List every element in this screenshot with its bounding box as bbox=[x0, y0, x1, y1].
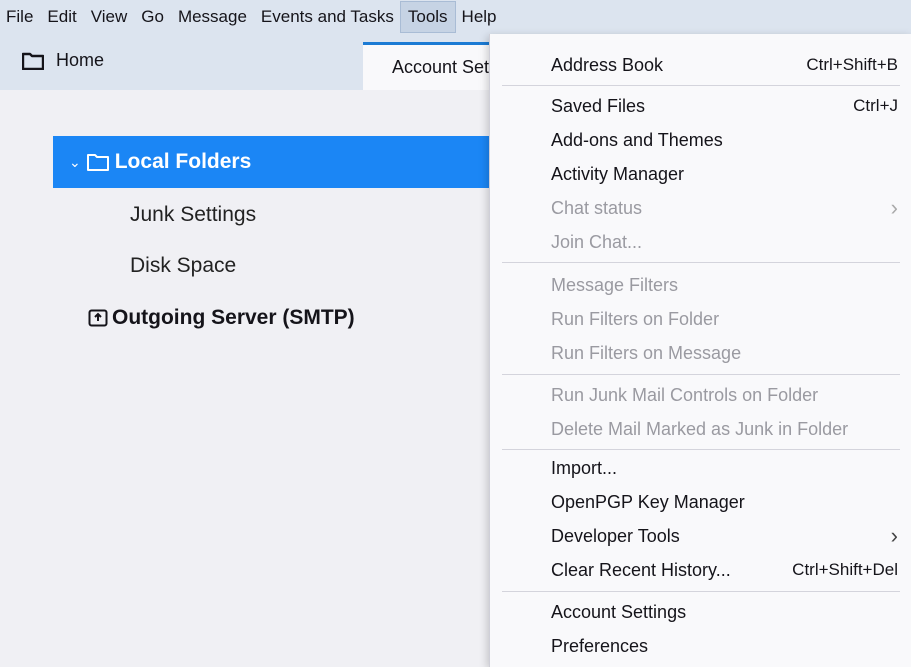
menu-item-import[interactable]: Import... bbox=[551, 453, 898, 483]
join-chat-label: Join Chat... bbox=[551, 231, 643, 252]
menu-item-run-filters-folder[interactable]: Run Filters on Folder bbox=[551, 304, 898, 334]
menu-item-chat-status[interactable]: Chat status › bbox=[551, 193, 898, 223]
menu-item-openpgp[interactable]: OpenPGP Key Manager bbox=[551, 487, 898, 517]
tools-menu: Address Book Ctrl+Shift+B Saved Files Ct… bbox=[489, 34, 911, 667]
menu-item-preferences[interactable]: Preferences bbox=[551, 631, 898, 661]
tree-item-outgoing-server[interactable]: Outgoing Server (SMTP) bbox=[88, 306, 355, 330]
clear-history-label: Clear Recent History... bbox=[551, 559, 731, 580]
account-settings-label: Account Settings bbox=[551, 601, 687, 622]
chevron-down-icon[interactable]: ⌄ bbox=[69, 154, 81, 171]
menu-separator bbox=[502, 374, 900, 375]
menu-item-saved-files[interactable]: Saved Files Ctrl+J bbox=[551, 91, 898, 121]
tab-account-label: Account Settings bbox=[392, 57, 493, 77]
activity-manager-label: Activity Manager bbox=[551, 163, 685, 184]
addons-label: Add-ons and Themes bbox=[551, 129, 723, 150]
menu-item-message-filters[interactable]: Message Filters bbox=[551, 270, 898, 300]
menu-file[interactable]: File bbox=[0, 2, 40, 32]
menu-bar: File Edit View Go Message Events and Tas… bbox=[0, 0, 911, 34]
run-filters-folder-label: Run Filters on Folder bbox=[551, 308, 720, 329]
outbox-icon bbox=[88, 309, 108, 327]
shortcut-label: Ctrl+J bbox=[853, 96, 898, 115]
chevron-right-icon: › bbox=[890, 523, 898, 548]
menu-item-delete-junk[interactable]: Delete Mail Marked as Junk in Folder bbox=[551, 414, 898, 444]
tab-home-label: Home bbox=[56, 50, 105, 70]
preferences-label: Preferences bbox=[551, 635, 649, 656]
address-book-label: Address Book bbox=[551, 54, 664, 75]
menu-message[interactable]: Message bbox=[171, 2, 254, 32]
menu-item-clear-history[interactable]: Clear Recent History... Ctrl+Shift+Del bbox=[551, 555, 898, 585]
menu-separator bbox=[502, 449, 900, 450]
menu-separator bbox=[502, 591, 900, 592]
menu-item-addons[interactable]: Add-ons and Themes bbox=[551, 125, 898, 155]
delete-junk-label: Delete Mail Marked as Junk in Folder bbox=[551, 418, 849, 439]
shortcut-label: Ctrl+Shift+B bbox=[806, 55, 898, 74]
run-junk-label: Run Junk Mail Controls on Folder bbox=[551, 384, 819, 405]
menu-separator bbox=[502, 85, 900, 86]
message-filters-label: Message Filters bbox=[551, 274, 679, 295]
menu-item-run-filters-message[interactable]: Run Filters on Message bbox=[551, 338, 898, 368]
menu-help[interactable]: Help bbox=[455, 2, 504, 32]
chat-status-label: Chat status bbox=[551, 197, 643, 218]
shortcut-label: Ctrl+Shift+Del bbox=[792, 560, 898, 579]
saved-files-label: Saved Files bbox=[551, 95, 646, 116]
menu-item-developer-tools[interactable]: Developer Tools › bbox=[551, 521, 898, 551]
folder-icon bbox=[86, 154, 109, 171]
menu-item-address-book[interactable]: Address Book Ctrl+Shift+B bbox=[551, 50, 898, 80]
local-folders-label: Local Folders bbox=[114, 150, 252, 173]
tree-item-junk-settings[interactable]: Junk Settings bbox=[130, 203, 256, 227]
openpgp-label: OpenPGP Key Manager bbox=[551, 491, 745, 512]
menu-view[interactable]: View bbox=[84, 2, 135, 32]
tab-account-settings[interactable]: Account Settings bbox=[363, 42, 493, 90]
folder-icon bbox=[22, 52, 44, 70]
menu-go[interactable]: Go bbox=[134, 2, 171, 32]
menu-events-tasks[interactable]: Events and Tasks bbox=[254, 2, 401, 32]
menu-item-join-chat[interactable]: Join Chat... bbox=[551, 227, 898, 257]
run-filters-message-label: Run Filters on Message bbox=[551, 342, 742, 363]
developer-tools-label: Developer Tools bbox=[551, 525, 680, 546]
menu-separator bbox=[502, 262, 900, 263]
outgoing-server-label: Outgoing Server (SMTP) bbox=[112, 306, 355, 329]
tree-item-local-folders[interactable]: ⌄ Local Folders bbox=[53, 136, 493, 188]
menu-tools[interactable]: Tools bbox=[399, 1, 456, 33]
tab-home[interactable]: Home bbox=[22, 50, 104, 71]
menu-item-run-junk-controls[interactable]: Run Junk Mail Controls on Folder bbox=[551, 380, 898, 410]
import-label: Import... bbox=[551, 457, 618, 478]
menu-edit[interactable]: Edit bbox=[40, 2, 83, 32]
tree-item-disk-space[interactable]: Disk Space bbox=[130, 254, 236, 278]
menu-item-account-settings[interactable]: Account Settings bbox=[551, 597, 898, 627]
menu-item-activity-manager[interactable]: Activity Manager bbox=[551, 159, 898, 189]
chevron-right-icon: › bbox=[890, 195, 898, 220]
